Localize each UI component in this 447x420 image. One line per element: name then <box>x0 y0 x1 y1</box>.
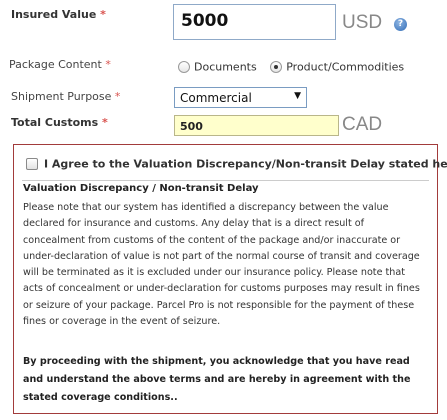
insured-value-label: Insured Value * <box>11 8 106 21</box>
acknowledgement-line: By proceeding with the shipment, you ack… <box>23 356 410 367</box>
package-content-label: Package Content * <box>9 58 111 71</box>
required-mark: * <box>100 8 106 21</box>
total-customs-label: Total Customs * <box>11 116 108 129</box>
disclaimer-line: will be terminated as it is excluded und… <box>23 267 406 279</box>
required-mark: * <box>114 90 121 103</box>
required-mark: * <box>102 116 108 129</box>
radio-documents[interactable] <box>178 61 190 73</box>
disclaimer-line: or seizure of your package. Parcel Pro i… <box>23 299 415 311</box>
required-mark: * <box>105 58 111 71</box>
acknowledgement-line: stated coverage conditions.. <box>23 392 178 403</box>
disclaimer-body: Please note that our system has identifi… <box>23 200 428 330</box>
shipment-purpose-label: Shipment Purpose * <box>11 90 121 103</box>
disclaimer-panel: I Agree to the Valuation Discrepancy/Non… <box>13 144 447 414</box>
agree-checkbox[interactable] <box>26 158 38 170</box>
disclaimer-line: under-declaration of value is not part o… <box>23 250 420 262</box>
agree-checkbox-row[interactable]: I Agree to the Valuation Discrepancy/Non… <box>26 157 447 171</box>
total-customs-input[interactable]: 500 <box>174 115 339 136</box>
chevron-down-icon: ▼ <box>294 91 301 101</box>
shipment-purpose-value: Commercial <box>180 91 252 105</box>
shipment-purpose-select[interactable]: Commercial ▼ <box>174 87 307 108</box>
radio-option-documents[interactable]: Documents <box>178 60 257 74</box>
disclaimer-line: concealment from customs of the content … <box>23 234 401 246</box>
disclaimer-line: fines or coverage in the event of seizur… <box>23 316 221 328</box>
radio-label-product-commodities: Product/Commodities <box>286 60 405 74</box>
customs-currency: CAD <box>342 114 383 135</box>
shipment-form: Insured Value * 5000 USD ? Package Conte… <box>0 0 447 420</box>
radio-label-documents: Documents <box>194 60 257 74</box>
insured-currency: USD <box>342 12 383 33</box>
agree-checkbox-label[interactable]: I Agree to the Valuation Discrepancy/Non… <box>44 158 447 171</box>
disclaimer-line: acts of concealment or under-declaration… <box>23 283 420 295</box>
insured-value-input[interactable]: 5000 <box>173 4 336 40</box>
divider <box>22 180 429 181</box>
acknowledgement-text: By proceeding with the shipment, you ack… <box>23 353 433 407</box>
radio-option-product-commodities[interactable]: Product/Commodities <box>270 60 404 74</box>
disclaimer-title: Valuation Discrepancy / Non-transit Dela… <box>23 183 259 194</box>
disclaimer-line: declared for insurance and customs. Any … <box>23 218 365 230</box>
package-content-radio-group: Documents Product/Commodities <box>178 60 414 74</box>
radio-product-commodities[interactable] <box>270 61 283 73</box>
help-icon[interactable]: ? <box>394 18 407 31</box>
acknowledgement-line: and understand the above terms and are h… <box>23 374 411 385</box>
disclaimer-line: Please note that our system has identifi… <box>23 202 389 213</box>
